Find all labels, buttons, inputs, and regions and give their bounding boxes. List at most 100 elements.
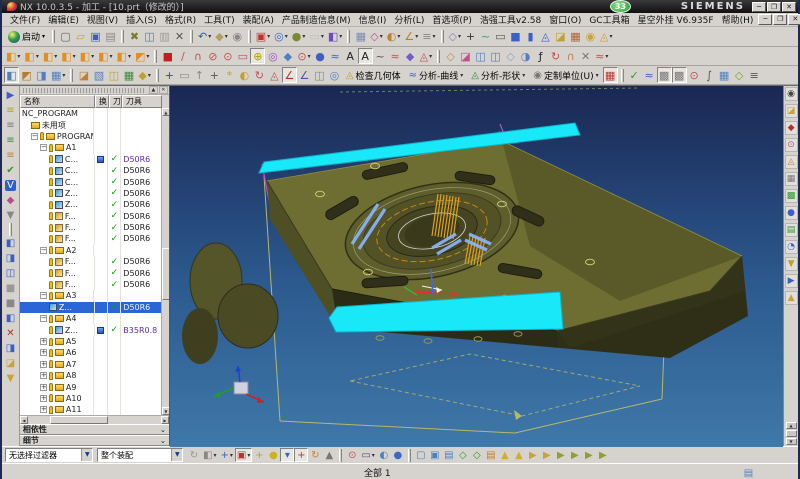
chevron-down-icon[interactable]: ▼ (81, 449, 92, 461)
swept-icon[interactable]: ◬ (538, 29, 553, 45)
hatch-display-1-icon[interactable]: ▩ (657, 67, 672, 83)
clipboard-1-icon[interactable]: ▢ (414, 448, 428, 462)
csys-move-icon[interactable]: ∠ (297, 67, 312, 83)
paint-brush-icon[interactable]: ◆ (3, 193, 17, 208)
expand-toggle[interactable]: − (40, 292, 47, 299)
view-trimetric-icon[interactable]: ◧▾ (4, 48, 22, 64)
rectangle-curve-icon[interactable]: ▭ (235, 48, 250, 64)
cnc-export-icon[interactable]: ▦ (785, 172, 798, 186)
start-menu-button[interactable]: 启动 ▾ (4, 29, 49, 44)
scope-drop-icon[interactable]: ▾ (280, 448, 294, 462)
expand-toggle[interactable]: − (40, 247, 47, 254)
vertical-scrollbar[interactable]: ▲ ▼ (161, 108, 169, 415)
extrude-icon[interactable]: ■ (508, 29, 523, 45)
deviation-check-icon[interactable]: ◬▾ (418, 48, 434, 64)
selection-up-icon[interactable]: ◧▾ (201, 448, 218, 462)
selection-filter-dropdown[interactable]: 无选择过滤器▼ (5, 448, 93, 462)
law-curve-icon[interactable]: ƒ (533, 48, 548, 64)
grid-icon[interactable]: ▦ (121, 67, 136, 83)
arrow-tool-icon[interactable]: ▶ (785, 274, 798, 288)
clipboard-icon[interactable]: ▤ (741, 465, 756, 479)
menu-item[interactable]: 装配(A) (239, 13, 278, 26)
scrollbar-thumb[interactable] (162, 248, 169, 300)
person-up-1-icon[interactable]: ▲ (498, 448, 512, 462)
navigator-row[interactable]: −A3 (20, 290, 161, 301)
rect-select-icon[interactable]: ▭▾ (359, 448, 376, 462)
plus-boxed-icon[interactable]: + (294, 448, 308, 462)
menu-item[interactable]: 浩强工具v2.58 (476, 13, 545, 26)
datum-plane-icon[interactable]: ◇▾ (447, 29, 463, 45)
rotate-snap-icon[interactable]: ↻ (308, 448, 322, 462)
copy-operation-2-icon[interactable]: ◨ (3, 251, 17, 266)
pattern-x-icon[interactable]: ▦ (717, 67, 732, 83)
repeat-command-icon[interactable]: ◆▾ (213, 29, 229, 45)
minimize-button[interactable]: ─ (752, 2, 766, 12)
menu-item[interactable]: 产品制造信息(M) (278, 13, 355, 26)
equal-spacing-icon[interactable]: ≡ (747, 67, 762, 83)
doc-minimize-button[interactable]: ─ (758, 14, 772, 25)
touch-pick-icon[interactable]: ◉ (230, 29, 245, 45)
move-to-layer-icon[interactable]: ◨ (34, 67, 49, 83)
menu-item[interactable]: 分析(L) (390, 13, 428, 26)
menu-item[interactable]: 插入(S) (122, 13, 161, 26)
text-box-icon[interactable]: A (358, 48, 373, 64)
spray-tool-icon[interactable]: ▼ (3, 208, 17, 223)
lighting-icon[interactable]: ◐ (237, 67, 252, 83)
bridge-curve-icon[interactable]: ∩ (563, 48, 578, 64)
panel-grip[interactable]: ▲ ✕ (20, 86, 169, 95)
integral-analysis-icon[interactable]: ∫ (702, 67, 717, 83)
doc-restore-button[interactable]: ❐ (773, 14, 787, 25)
sketch-icon[interactable]: ~ (478, 29, 493, 45)
cavity-mill-feature-icon[interactable]: ◪ (553, 29, 568, 45)
circle-snap-icon[interactable]: ⊙ (687, 67, 702, 83)
scroll-down-button[interactable]: ▼ (162, 407, 169, 415)
display-plane-icon[interactable]: ▭ (177, 67, 192, 83)
expand-toggle[interactable]: + (40, 361, 47, 368)
color-brush-icon[interactable]: ▼ (785, 257, 798, 271)
menu-item[interactable]: 文件(F) (6, 13, 44, 26)
sequence-curve-icon[interactable]: ≈ (642, 67, 657, 83)
clipboard-3-icon[interactable]: ▤ (442, 448, 456, 462)
copy-icon[interactable]: ◫ (142, 29, 157, 45)
revolve-icon[interactable]: ▮ (523, 29, 538, 45)
dark-arrow-icon[interactable]: ▲ (322, 448, 336, 462)
annotation-icon[interactable]: ≡▾ (420, 29, 437, 45)
view-bottom-icon[interactable]: ◧▾ (115, 48, 133, 64)
navigator-row[interactable]: F...✓D50R6 (20, 222, 161, 233)
menu-item[interactable]: 帮助(H) (718, 13, 758, 26)
walk-2-icon[interactable]: ▶ (540, 448, 554, 462)
cut-icon[interactable]: ✖ (127, 29, 142, 45)
recycle-1-icon[interactable]: ◇ (456, 448, 470, 462)
snapshot-icon[interactable]: ◆▾ (136, 67, 152, 83)
selection-scope-dropdown[interactable]: 整个装配▼ (97, 448, 183, 462)
arc-icon[interactable]: ∩ (190, 48, 205, 64)
visual-v-view-icon[interactable]: V (3, 178, 18, 193)
orient-view-icon[interactable]: ◬ (267, 67, 282, 83)
circle-center-icon[interactable]: ⊙ (220, 48, 235, 64)
zoom-view-icon[interactable]: ◎▾ (272, 29, 290, 45)
motion-sim-icon[interactable]: ◎ (327, 67, 342, 83)
info-globe-icon[interactable]: ● (785, 206, 798, 220)
trim-curve-icon[interactable]: ✕ (578, 48, 593, 64)
expand-toggle[interactable]: + (40, 349, 47, 356)
menu-item[interactable]: 星空外挂 V6.935F (634, 13, 718, 26)
point-marker-icon[interactable]: + (207, 67, 222, 83)
tool-offset-icon[interactable]: ⊙ (785, 138, 798, 152)
navigator-row[interactable]: Z...✓D50R6 (20, 302, 161, 313)
unite-icon[interactable]: ◉ (583, 29, 598, 45)
right-toolbar-scroll[interactable]: ▲ ▼ (786, 422, 797, 446)
navigator-row[interactable]: +A8 (20, 370, 161, 381)
menu-item[interactable]: 格式(R) (161, 13, 200, 26)
close-button[interactable]: ✕ (782, 2, 796, 12)
vector-up-icon[interactable]: ↑ (192, 67, 207, 83)
navigator-row[interactable]: −PROGRAM (20, 131, 161, 142)
yellow-ball-icon[interactable]: ● (266, 448, 280, 462)
expand-toggle[interactable]: + (40, 372, 47, 379)
surface-analysis-icon[interactable]: ◬ (785, 155, 798, 169)
profile-icon[interactable]: ⊕ (250, 48, 265, 64)
circle-snap-2-icon[interactable]: ⊙ (345, 448, 359, 462)
hatch-display-2-icon[interactable]: ▩ (672, 67, 687, 83)
render-style-icon[interactable]: ●▾ (290, 29, 308, 45)
trim-body-icon[interactable]: ◬▾ (598, 29, 614, 45)
move-object-icon[interactable]: ◧▾ (326, 29, 344, 45)
